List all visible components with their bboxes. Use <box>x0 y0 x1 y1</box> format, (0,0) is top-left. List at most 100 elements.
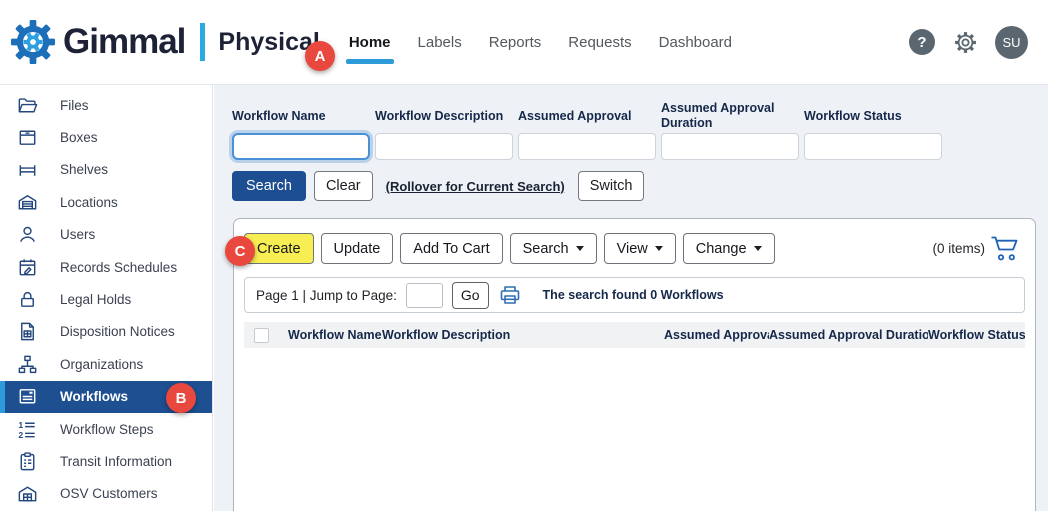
search-actions-row: Search Clear (Rollover for Current Searc… <box>232 171 1048 201</box>
sidebar-item-label: Files <box>60 98 89 113</box>
search-dropdown-button[interactable]: Search <box>510 233 597 264</box>
header-actions: ? SU <box>909 26 1048 59</box>
sidebar-item-label: Records Schedules <box>60 260 177 275</box>
padlock-icon <box>16 288 39 311</box>
cart-status: (0 items) <box>932 235 1025 262</box>
results-panel: Create Update Add To Cart Search View Ch… <box>233 218 1036 511</box>
main-content: Workflow Name Workflow Description Assum… <box>214 85 1048 511</box>
shelf-icon <box>16 158 39 181</box>
person-icon <box>16 223 39 246</box>
filter-label-workflow-status: Workflow Status <box>804 99 942 133</box>
svg-text:1: 1 <box>18 420 23 430</box>
org-chart-icon <box>16 353 39 376</box>
sidebar-item-label: Users <box>60 227 95 242</box>
column-header-assumed-approval[interactable]: Assumed Approval <box>664 328 769 342</box>
sidebar-item-osv-customers[interactable]: OSV Customers <box>0 478 212 510</box>
workflow-name-input[interactable] <box>232 133 370 160</box>
sidebar-item-legal-holds[interactable]: Legal Holds <box>0 283 212 315</box>
top-nav: Home Labels Reports Requests Dashboard <box>349 34 732 51</box>
search-dropdown-label: Search <box>523 241 569 257</box>
switch-button[interactable]: Switch <box>578 171 645 201</box>
app-header: Gimmal Physical Home Labels Reports Requ… <box>0 0 1048 85</box>
sidebar-item-shelves[interactable]: Shelves <box>0 154 212 186</box>
annotation-badge-a: A <box>305 41 335 71</box>
nav-item-reports[interactable]: Reports <box>489 34 542 51</box>
column-header-workflow-status[interactable]: Workflow Status <box>928 328 1025 342</box>
brand-divider <box>200 23 205 61</box>
sidebar-item-label: Workflows <box>60 389 128 404</box>
column-header-assumed-approval-duration[interactable]: Assumed Approval Duration <box>769 328 928 342</box>
rollover-current-search-link[interactable]: (Rollover for Current Search) <box>386 179 565 194</box>
sidebar-item-label: Boxes <box>60 130 98 145</box>
update-button[interactable]: Update <box>321 233 394 264</box>
clipboard-icon <box>16 450 39 473</box>
document-icon <box>16 320 39 343</box>
folder-icon <box>16 94 39 117</box>
sidebar-item-label: Transit Information <box>60 454 172 469</box>
change-dropdown-label: Change <box>696 241 747 257</box>
warehouse-icon <box>16 191 39 214</box>
assumed-approval-duration-input[interactable] <box>661 133 799 160</box>
app-logo[interactable]: Gimmal Physical <box>0 19 320 65</box>
change-dropdown-button[interactable]: Change <box>683 233 775 264</box>
jump-to-page-input[interactable] <box>406 283 443 308</box>
printer-icon[interactable] <box>498 283 522 307</box>
cart-items-count: (0 items) <box>932 241 985 256</box>
settings-gear-icon[interactable] <box>952 29 978 55</box>
sidebar-item-records-schedules[interactable]: Records Schedules <box>0 251 212 283</box>
calendar-pencil-icon <box>16 256 39 279</box>
sidebar-item-boxes[interactable]: Boxes <box>0 121 212 153</box>
cart-icon[interactable] <box>990 235 1021 262</box>
svg-text:2: 2 <box>18 430 23 440</box>
sidebar-item-transit-information[interactable]: Transit Information <box>0 445 212 477</box>
select-all-checkbox[interactable] <box>254 328 269 343</box>
box-icon <box>16 126 39 149</box>
go-button[interactable]: Go <box>452 282 489 309</box>
sidebar-item-label: OSV Customers <box>60 486 158 501</box>
sidebar-item-locations[interactable]: Locations <box>0 186 212 218</box>
sidebar-item-users[interactable]: Users <box>0 219 212 251</box>
gimmal-gear-logo-icon <box>10 19 56 65</box>
view-dropdown-button[interactable]: View <box>604 233 676 264</box>
nav-item-requests[interactable]: Requests <box>568 34 631 51</box>
column-header-workflow-description[interactable]: Workflow Description <box>382 328 664 342</box>
nav-item-home[interactable]: Home <box>349 34 391 51</box>
filter-label-workflow-name: Workflow Name <box>232 99 370 133</box>
sidebar-item-label: Workflow Steps <box>60 422 154 437</box>
annotation-badge-c: C <box>225 236 255 266</box>
sidebar-item-label: Legal Holds <box>60 292 131 307</box>
workflow-card-icon <box>16 385 39 408</box>
sidebar-item-disposition-notices[interactable]: Disposition Notices <box>0 316 212 348</box>
user-avatar[interactable]: SU <box>995 26 1028 59</box>
filter-label-assumed-approval: Assumed Approval <box>518 99 656 133</box>
column-header-workflow-name[interactable]: Workflow Name <box>288 328 382 342</box>
nav-item-labels[interactable]: Labels <box>418 34 462 51</box>
search-button[interactable]: Search <box>232 171 306 201</box>
help-icon[interactable]: ? <box>909 29 935 55</box>
sidebar-item-label: Organizations <box>60 357 143 372</box>
view-dropdown-label: View <box>617 241 648 257</box>
chevron-down-icon <box>754 246 762 251</box>
nav-item-dashboard[interactable]: Dashboard <box>659 34 732 51</box>
filter-label-assumed-approval-duration: Assumed Approval Duration <box>661 99 799 133</box>
table-body-empty <box>244 348 1025 508</box>
annotation-badge-b: B <box>166 383 196 413</box>
workflow-status-input[interactable] <box>804 133 942 160</box>
pagination-bar: Page 1 | Jump to Page: Go The search fou… <box>244 277 1025 313</box>
filter-label-workflow-description: Workflow Description <box>375 99 513 133</box>
sidebar-item-organizations[interactable]: Organizations <box>0 348 212 380</box>
sidebar-item-label: Disposition Notices <box>60 324 175 339</box>
chevron-down-icon <box>576 246 584 251</box>
brand-name: Gimmal <box>63 22 185 62</box>
numbered-list-icon: 12 <box>16 418 39 441</box>
results-toolbar: Create Update Add To Cart Search View Ch… <box>244 233 1025 264</box>
add-to-cart-button[interactable]: Add To Cart <box>400 233 502 264</box>
workflow-description-input[interactable] <box>375 133 513 160</box>
assumed-approval-input[interactable] <box>518 133 656 160</box>
warehouse-building-icon <box>16 482 39 505</box>
clear-button[interactable]: Clear <box>314 171 373 201</box>
sidebar-item-workflow-steps[interactable]: 12 Workflow Steps <box>0 413 212 445</box>
sidebar-item-files[interactable]: Files <box>0 89 212 121</box>
sidebar: Files Boxes Shelves Locations Users Reco… <box>0 85 213 511</box>
sidebar-item-label: Shelves <box>60 162 108 177</box>
